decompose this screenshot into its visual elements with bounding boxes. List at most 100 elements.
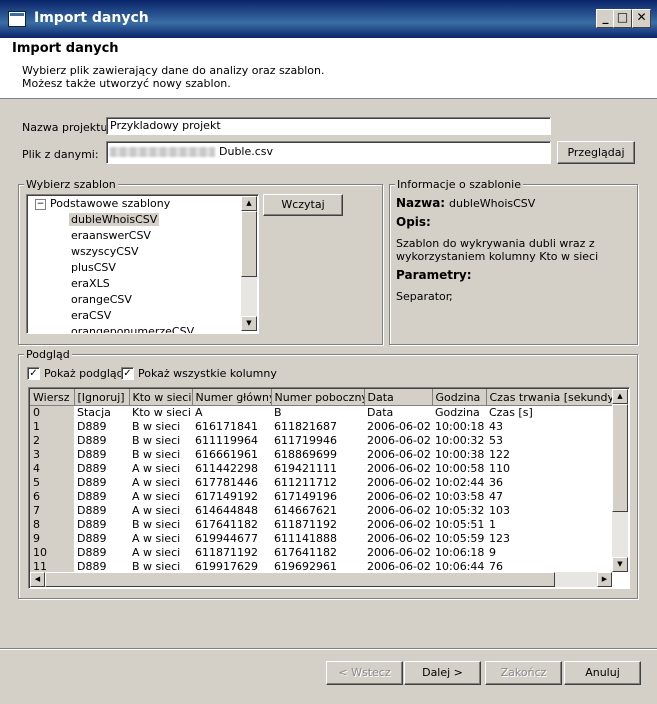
column-header[interactable]: Czas trwania [sekundy]: [486, 389, 613, 406]
browse-button[interactable]: Przeglądaj: [557, 141, 635, 164]
finish-button[interactable]: Zakończ: [485, 661, 562, 685]
scroll-down-icon[interactable]: ▼: [241, 316, 257, 331]
tree-item[interactable]: plusCSV: [71, 260, 116, 276]
column-header[interactable]: Godzina: [432, 389, 487, 406]
maximize-button[interactable]: □: [613, 9, 632, 28]
table-cell: 616661961: [195, 448, 258, 461]
scroll-left-icon[interactable]: ◀: [30, 572, 45, 587]
scroll-up-icon[interactable]: ▲: [612, 389, 628, 404]
cancel-button[interactable]: Anuluj: [564, 661, 641, 685]
tree-item[interactable]: eraCSV: [71, 308, 111, 324]
scroll-down-icon[interactable]: ▼: [612, 557, 628, 572]
table-row[interactable]: 10 D889 A w sieci 611871192 617641182 2006-06…: [30, 546, 612, 560]
table-cell: 10:00:38: [435, 448, 485, 461]
table-cell: 618869699: [274, 448, 337, 461]
title-bar[interactable]: Import danych _ □ ✕: [0, 0, 657, 39]
tree-scrollbar[interactable]: ▲ ▼: [241, 196, 257, 331]
tree-item[interactable]: orangeponumerzeCSV: [71, 324, 194, 333]
column-header[interactable]: Data: [364, 389, 433, 406]
scroll-thumb[interactable]: [241, 211, 257, 277]
back-button[interactable]: < Wstecz: [326, 661, 403, 685]
scroll-thumb[interactable]: [612, 404, 628, 512]
column-header[interactable]: Wiersz: [30, 389, 75, 406]
table-row[interactable]: 8 D889 B w sieci 617641182 611871192 2006-06-…: [30, 518, 612, 532]
table-cell: 2006-06-02: [367, 532, 431, 545]
table-cell: 2006-06-02: [367, 546, 431, 559]
info-parameter-name: Separator: [396, 290, 451, 303]
preview-table-container[interactable]: Wiersz [Ignoruj] Kto w sieci Numer główn…: [28, 387, 630, 589]
preview-horizontal-scrollbar[interactable]: ◀ ▶: [30, 572, 612, 587]
table-cell: 43: [489, 420, 503, 433]
column-header[interactable]: Kto w sieci: [129, 389, 193, 406]
close-button[interactable]: ✕: [632, 9, 651, 28]
table-cell: D889: [77, 504, 107, 517]
collapse-icon[interactable]: −: [35, 198, 46, 210]
show-all-columns-label: Pokaż wszystkie kolumny: [138, 367, 277, 380]
preview-vertical-scrollbar[interactable]: ▲ ▼: [612, 389, 628, 572]
table-cell: D889: [77, 420, 107, 433]
table-cell: D889: [77, 476, 107, 489]
tree-item[interactable]: orangeCSV: [71, 292, 132, 308]
table-cell: 611719946: [274, 434, 337, 447]
scroll-up-icon[interactable]: ▲: [241, 196, 257, 211]
tree-item[interactable]: wszyscyCSV: [71, 244, 139, 260]
table-cell: 619421111: [274, 462, 337, 475]
blurred-path: [110, 147, 215, 157]
table-cell: 616171841: [195, 420, 258, 433]
data-file-input[interactable]: Duble.csv: [106, 141, 551, 164]
data-file-name: Duble.csv: [219, 145, 274, 158]
info-name-label: Nazwa:: [396, 196, 446, 210]
scroll-thumb[interactable]: [45, 572, 555, 587]
table-cell: 611871192: [195, 546, 258, 559]
table-cell: 2006-06-02: [367, 420, 431, 433]
table-cell: Kto w sieci: [132, 406, 191, 419]
table-cell: D889: [77, 462, 107, 475]
tree-root[interactable]: − Podstawowe szablony: [35, 196, 170, 212]
table-cell: D889: [77, 532, 107, 545]
table-cell: 611119964: [195, 434, 258, 447]
table-cell: 10:06:18: [435, 546, 485, 559]
table-row[interactable]: 6 D889 A w sieci 617149192 617149196 2006-06-…: [30, 490, 612, 504]
show-preview-checkbox[interactable]: ✓: [27, 367, 40, 380]
project-name-input[interactable]: Przykladowy projekt: [106, 117, 551, 135]
table-cell: 617149192: [195, 490, 258, 503]
row-number-cell: 10: [30, 546, 74, 560]
table-row[interactable]: 9 D889 A w sieci 619944677 611141888 2006-06-…: [30, 532, 612, 546]
table-cell: 1: [489, 518, 496, 531]
tree-item[interactable]: eraanswerCSV: [71, 228, 151, 244]
tree-item[interactable]: dubleWhoisCSV: [69, 212, 160, 228]
column-header[interactable]: Numer główny: [192, 389, 272, 406]
table-cell: 10:02:44: [435, 476, 485, 489]
table-cell: 10:00:18: [435, 420, 485, 433]
row-number-cell: 3: [30, 448, 74, 462]
table-cell: 10:00:32: [435, 434, 485, 447]
header-description-2: Możesz także utworzyć nowy szablon.: [22, 77, 231, 90]
table-cell: B: [274, 406, 282, 419]
window-icon: [8, 11, 26, 27]
row-number-cell: 5: [30, 476, 74, 490]
table-cell: 614667621: [274, 504, 337, 517]
table-row[interactable]: 3 D889 B w sieci 616661961 618869699 2006-06-…: [30, 448, 612, 462]
template-tree[interactable]: − Podstawowe szablony dubleWhoisCSV eraan…: [26, 194, 259, 334]
table-cell: 617781446: [195, 476, 258, 489]
show-preview-label: Pokaż podgląd: [44, 367, 124, 380]
table-cell: 617641182: [195, 518, 258, 531]
column-header[interactable]: [Ignoruj]: [74, 389, 130, 406]
table-row[interactable]: 0 Stacja Kto w sieci A B Data Godzina Czas [s]: [30, 405, 612, 420]
next-button[interactable]: Dalej >: [404, 661, 481, 685]
show-all-columns-checkbox[interactable]: ✓: [121, 367, 134, 380]
table-cell: 611821687: [274, 420, 337, 433]
table-row[interactable]: 5 D889 A w sieci 617781446 611211712 2006-06-…: [30, 476, 612, 490]
table-cell: A w sieci: [132, 504, 181, 517]
data-file-label: Plik z danymi:: [22, 148, 99, 161]
tree-item[interactable]: eraXLS: [71, 276, 110, 292]
table-row[interactable]: 7 D889 A w sieci 614644848 614667621 2006-06-…: [30, 504, 612, 518]
load-template-button[interactable]: Wczytaj: [263, 194, 343, 216]
tree-item-label: plusCSV: [71, 261, 116, 274]
table-cell: 619944677: [195, 532, 258, 545]
table-row[interactable]: 1 D889 B w sieci 616171841 611821687 2006-06-…: [30, 420, 612, 434]
table-row[interactable]: 2 D889 B w sieci 611119964 611719946 2006-06-…: [30, 434, 612, 448]
column-header[interactable]: Numer poboczny: [271, 389, 365, 406]
scroll-right-icon[interactable]: ▶: [597, 572, 612, 587]
table-row[interactable]: 4 D889 A w sieci 611442298 619421111 2006-06-…: [30, 462, 612, 476]
